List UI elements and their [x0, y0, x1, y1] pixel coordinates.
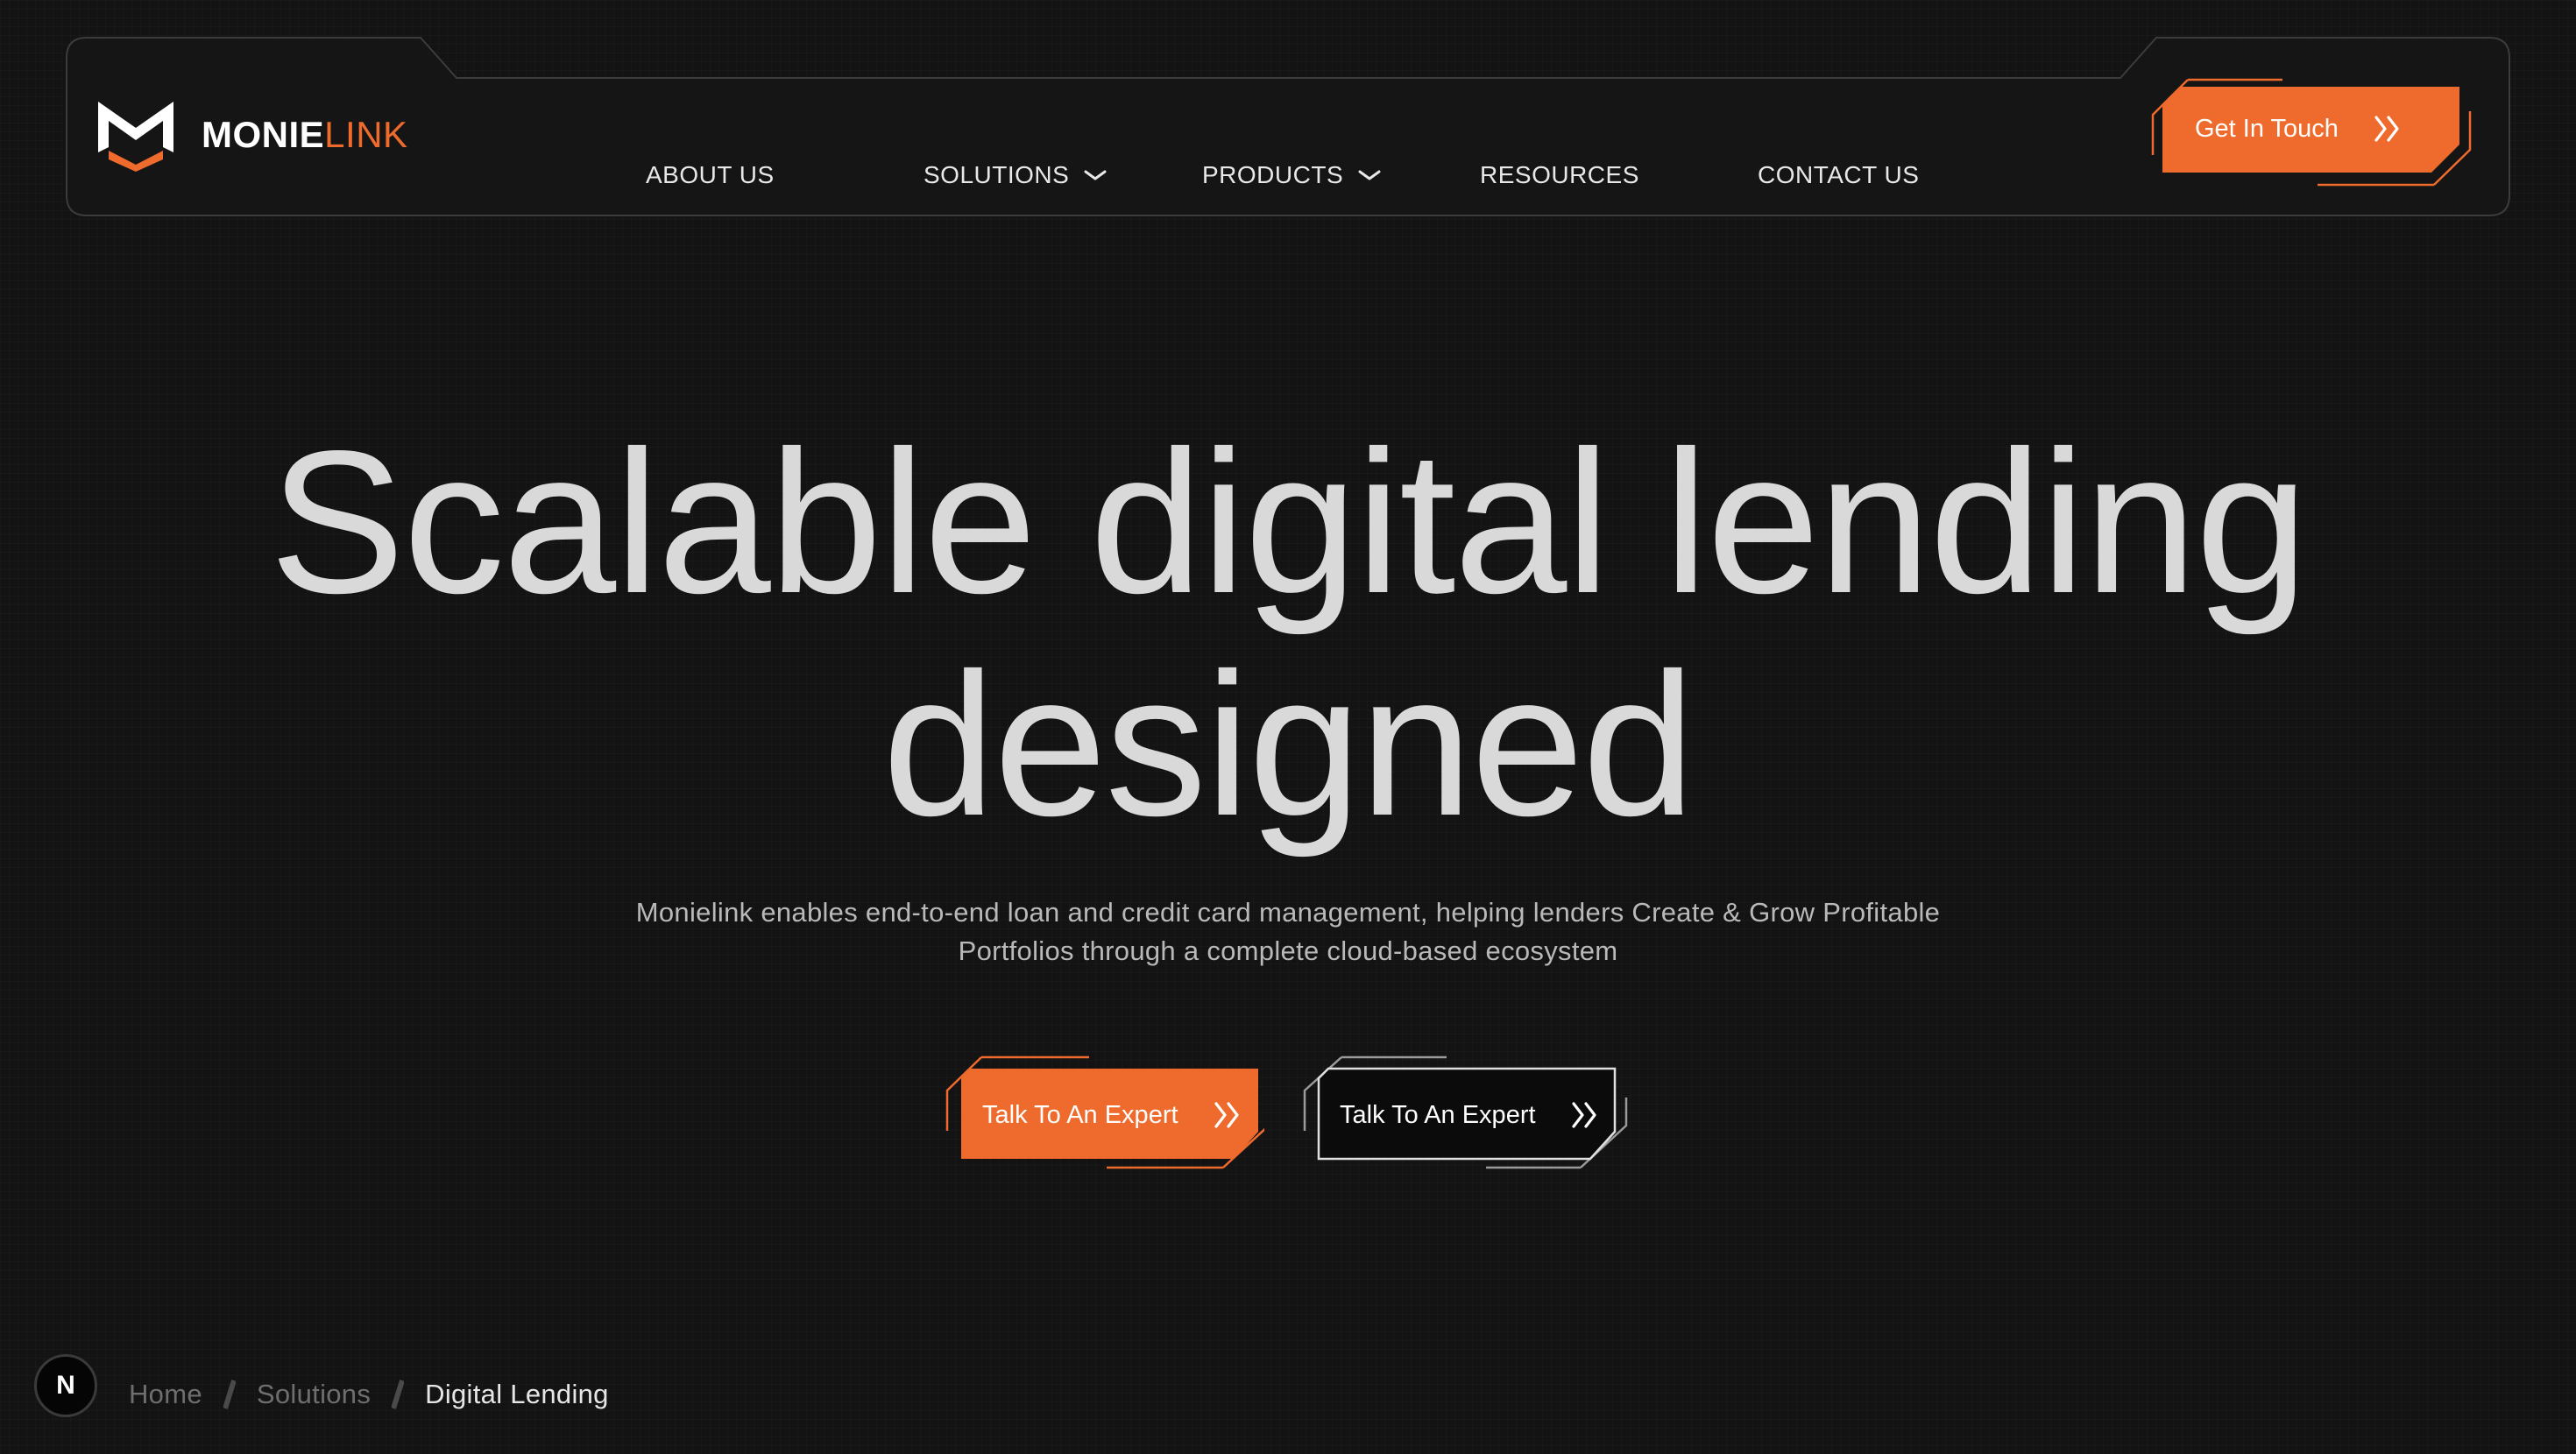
badge-letter: N: [56, 1371, 75, 1400]
nav-item-label: ABOUT US: [646, 161, 775, 188]
nav-item-contact-us[interactable]: CONTACT US: [1758, 161, 1919, 189]
breadcrumb-solutions[interactable]: Solutions: [257, 1379, 371, 1410]
double-chevron-right-icon: [2374, 116, 2399, 142]
double-chevron-right-icon: [1571, 1102, 1596, 1128]
hero-title: Scalable digital lending designed: [0, 412, 2576, 857]
hero-subtitle-line2: Portfolios through a complete cloud-base…: [958, 935, 1618, 966]
talk-to-expert-primary-button[interactable]: Talk To An Expert: [945, 1055, 1264, 1174]
nav-item-label: PRODUCTS: [1202, 161, 1344, 188]
talk-to-expert-primary-label-row: Talk To An Expert: [982, 1098, 1243, 1133]
get-in-touch-label: Get In Touch: [2195, 114, 2339, 143]
nav-item-about-us[interactable]: ABOUT US: [646, 161, 775, 189]
chevron-down-icon: [1084, 170, 1107, 180]
breadcrumb-home[interactable]: Home: [129, 1379, 202, 1410]
talk-to-expert-secondary-button[interactable]: Talk To An Expert: [1302, 1055, 1628, 1174]
nav-item-label: CONTACT US: [1758, 161, 1920, 188]
talk-to-expert-secondary-label-row: Talk To An Expert: [1340, 1098, 1601, 1133]
nav-item-label: SOLUTIONS: [924, 161, 1070, 188]
nav-item-resources[interactable]: RESOURCES: [1480, 161, 1639, 189]
breadcrumb-separator-icon: [223, 1380, 236, 1409]
breadcrumb-digital-lending: Digital Lending: [425, 1379, 609, 1409]
nav-item-label: RESOURCES: [1480, 161, 1639, 188]
breadcrumb-separator-icon: [392, 1380, 405, 1409]
nav-item-solutions[interactable]: SOLUTIONS: [924, 161, 1108, 189]
chevron-down-icon: [1358, 170, 1381, 180]
get-in-touch-button[interactable]: Get In Touch: [2151, 78, 2480, 187]
navbar: MONIELINK ABOUT US SOLUTIONS PRODUCTS RE…: [66, 37, 2510, 216]
hero-subtitle-line1: Monielink enables end-to-end loan and cr…: [635, 897, 1941, 928]
talk-to-expert-primary-label: Talk To An Expert: [982, 1100, 1178, 1129]
talk-to-expert-secondary-label: Talk To An Expert: [1340, 1100, 1536, 1129]
hero-title-line2: designed: [882, 632, 1695, 858]
hero-title-line1: Scalable digital lending: [269, 409, 2308, 636]
nextjs-badge-icon[interactable]: N: [34, 1354, 97, 1417]
nav-item-products[interactable]: PRODUCTS: [1202, 161, 1382, 189]
breadcrumb: Home Solutions Digital Lending: [129, 1377, 609, 1412]
main-nav: ABOUT US SOLUTIONS PRODUCTS RESOURCES CO…: [66, 37, 2510, 216]
double-chevron-right-icon: [1214, 1102, 1239, 1128]
get-in-touch-label-row: Get In Touch: [2195, 111, 2403, 146]
hero-subtitle: Monielink enables end-to-end loan and cr…: [587, 893, 1989, 971]
page: MONIELINK ABOUT US SOLUTIONS PRODUCTS RE…: [0, 0, 2576, 1454]
